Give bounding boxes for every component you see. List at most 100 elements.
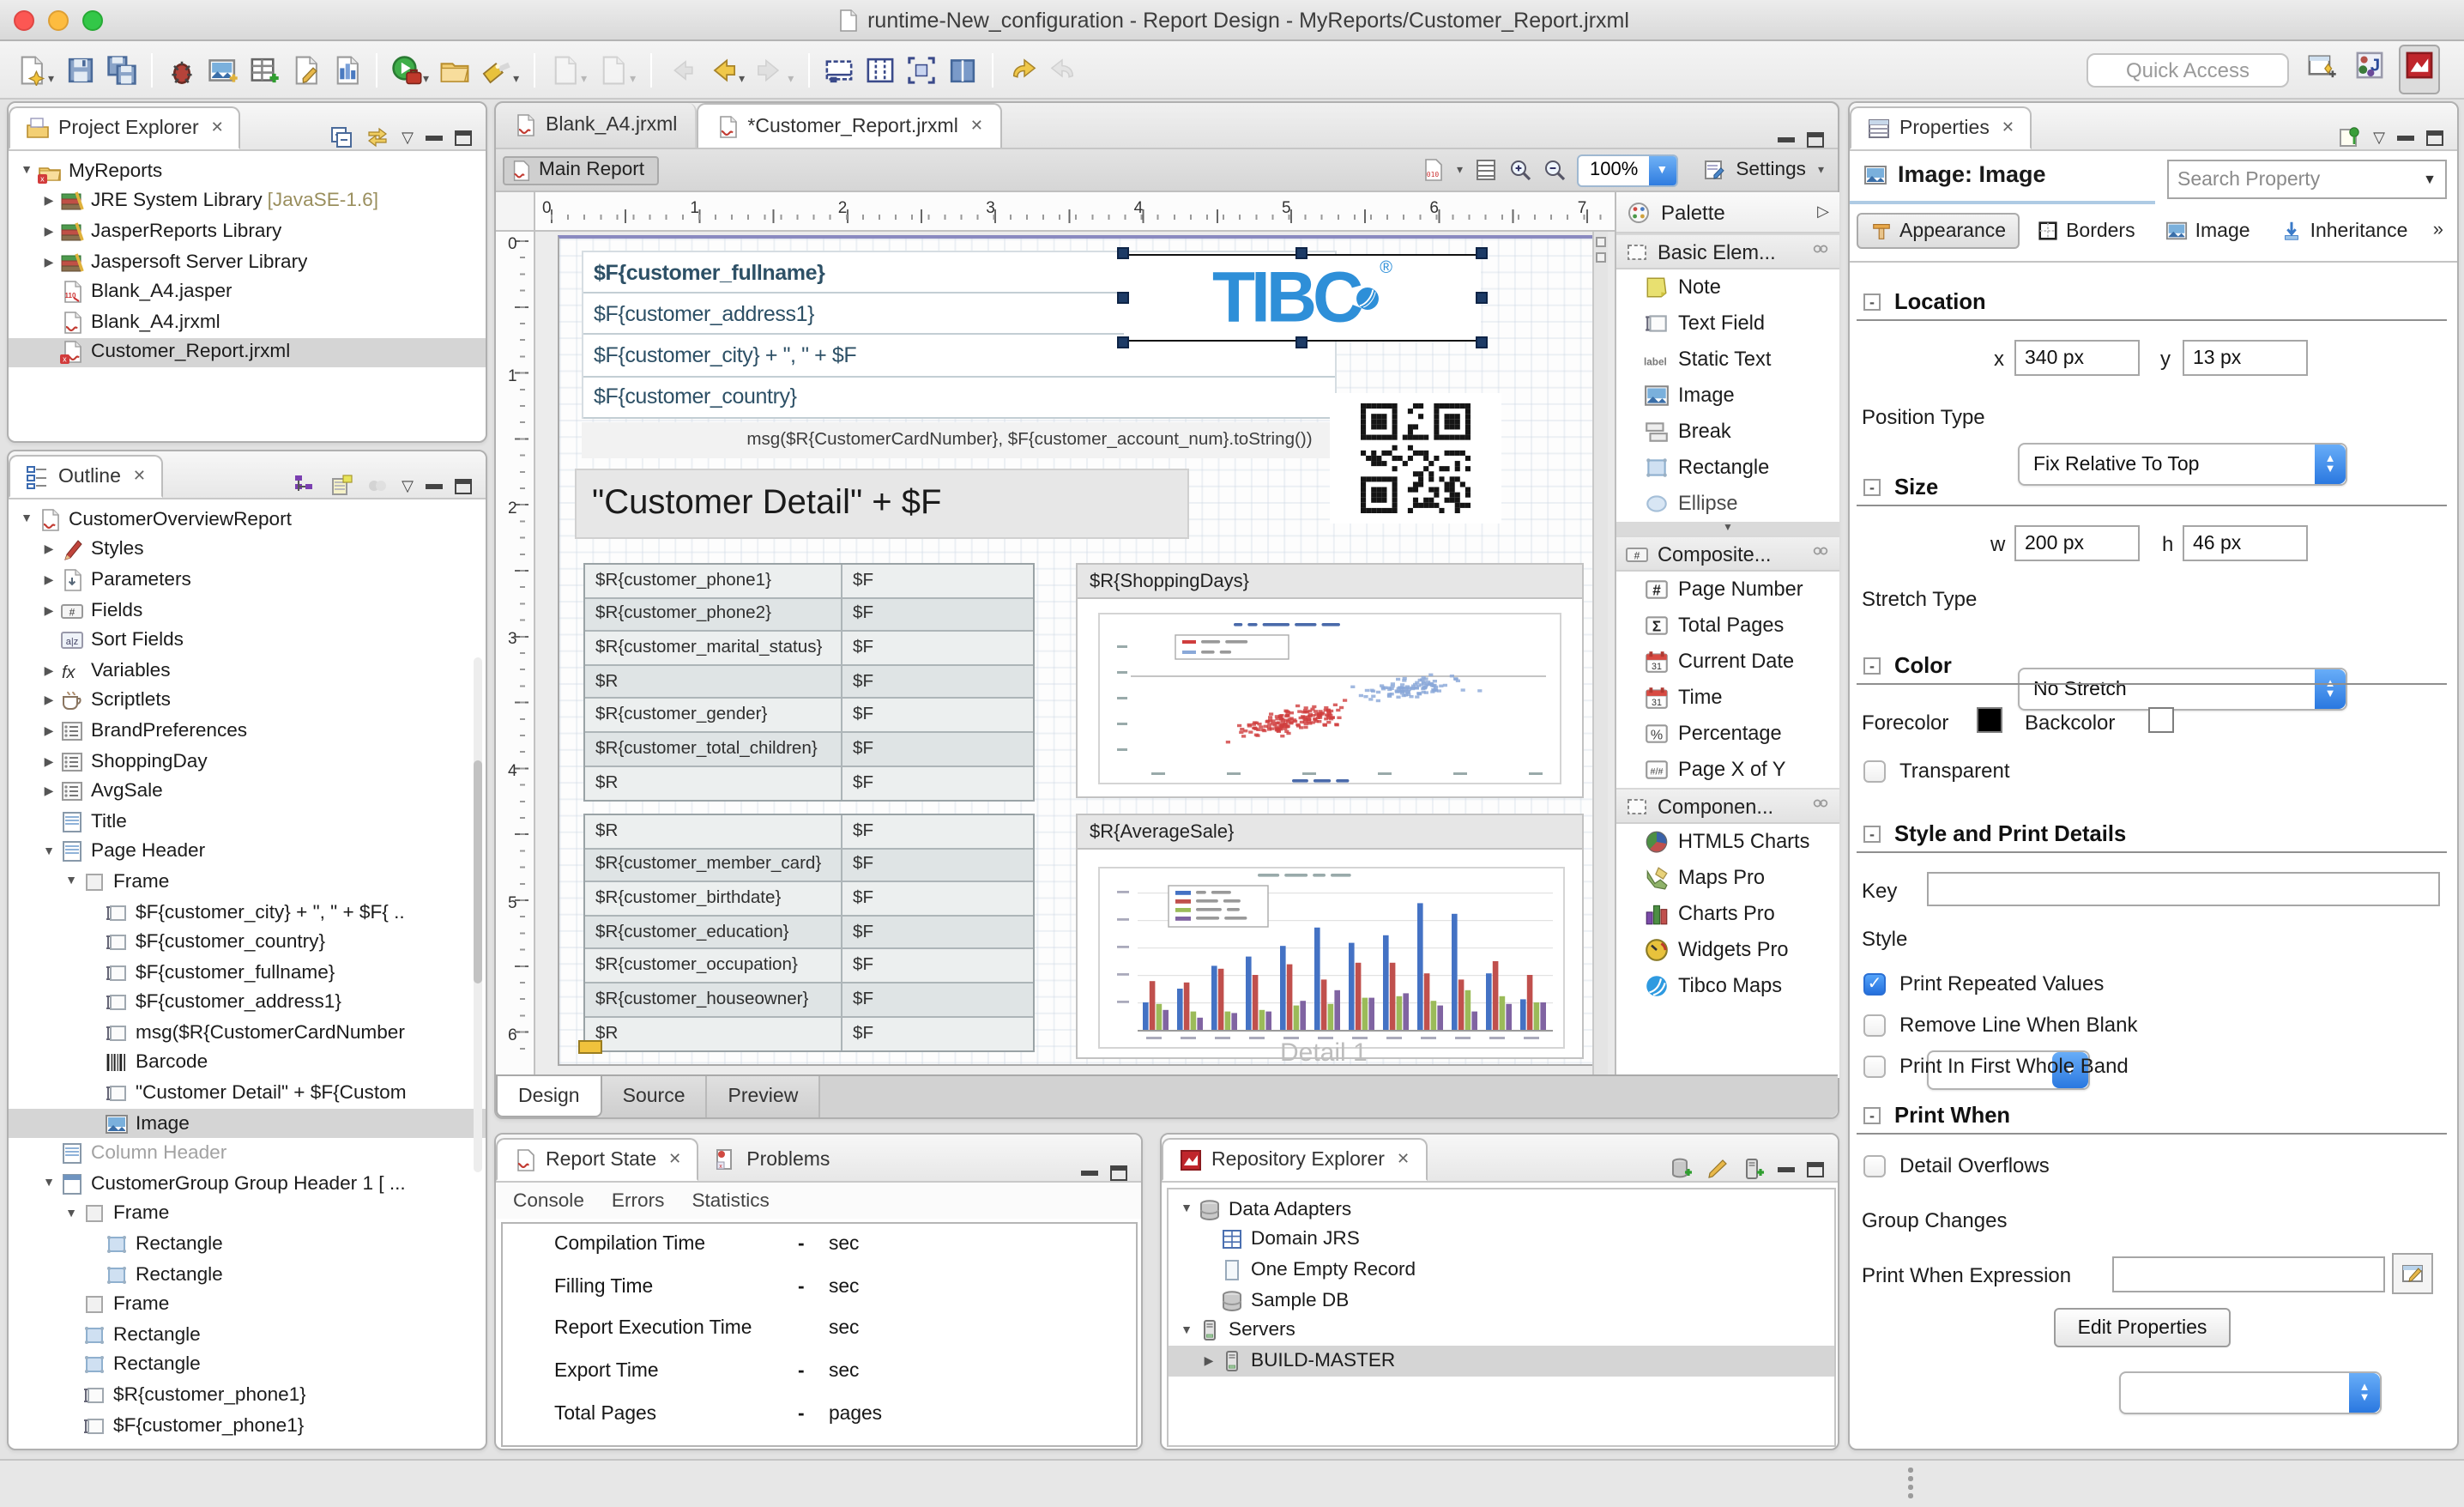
maximize-editor-icon[interactable]: [1807, 132, 1824, 148]
transparent-checkbox[interactable]: [1863, 760, 1886, 782]
tree-item[interactable]: msg($R{CustomerCardNumber: [9, 1018, 486, 1048]
palette-item[interactable]: #Page Number: [1616, 572, 1839, 608]
subtab-console[interactable]: Console: [513, 1191, 584, 1212]
tree-item[interactable]: [9, 1441, 486, 1447]
pin-section-icon[interactable]: [1810, 541, 1831, 566]
stepper-icon[interactable]: ▲▼: [2315, 669, 2346, 709]
chevron-expanded-icon[interactable]: ▼: [1175, 1204, 1198, 1216]
design-canvas[interactable]: $F{customer_fullname}$F{customer_address…: [535, 232, 1608, 1078]
save-all-button[interactable]: [106, 54, 136, 85]
close-view-icon[interactable]: ✕: [133, 467, 146, 486]
settings-caret-icon[interactable]: ▾: [1818, 163, 1824, 177]
pin-view-icon[interactable]: [2337, 125, 2361, 149]
text-field-element[interactable]: $F{customer_city} + ", " + $F: [583, 336, 1335, 377]
palette-section[interactable]: Basic Elem...: [1616, 233, 1839, 269]
close-view-icon[interactable]: ✕: [1397, 1150, 1410, 1169]
properties-tab-appearance[interactable]: Appearance: [1857, 213, 2020, 249]
minimize-view-icon[interactable]: [2397, 135, 2414, 140]
selection-handle[interactable]: [1117, 247, 1129, 259]
selection-handle[interactable]: [1476, 292, 1488, 304]
properties-tab-borders[interactable]: Borders: [2023, 213, 2149, 249]
new-wizard-button[interactable]: ▾: [15, 54, 54, 85]
palette-item[interactable]: 31Time: [1616, 680, 1839, 716]
mode-tab-source[interactable]: Source: [602, 1076, 708, 1117]
table-row[interactable]: $R{customer_total_children}$F: [585, 733, 1033, 766]
report-blue-button[interactable]: [330, 54, 361, 85]
zoom-level-combo[interactable]: 100% ▼: [1576, 154, 1677, 186]
persp-java-button[interactable]: J: [2351, 46, 2389, 93]
key-input[interactable]: [1927, 872, 2440, 906]
tree-item[interactable]: $F{customer_fullname}: [9, 958, 486, 988]
table-row[interactable]: $R{customer_houseowner}$F: [585, 983, 1033, 1017]
tree-item[interactable]: Title: [9, 807, 486, 837]
selection-handle[interactable]: [1117, 336, 1129, 348]
chevron-collapsed-icon[interactable]: ▶: [38, 754, 60, 768]
shopping-days-chart[interactable]: [1076, 599, 1584, 798]
edit-properties-button[interactable]: Edit Properties: [2054, 1308, 2231, 1347]
palette-header[interactable]: Palette ▷: [1616, 192, 1839, 233]
logo-image-element[interactable]: TIBC ®: [1124, 254, 1481, 342]
tree-item[interactable]: $F{customer_phone1}: [9, 1411, 486, 1441]
collapse-all-icon[interactable]: [329, 125, 353, 149]
view-menu-icon[interactable]: ▽: [402, 128, 414, 147]
customer-detail-title[interactable]: "Customer Detail" + $F: [575, 469, 1189, 539]
table-row[interactable]: $R$F: [585, 766, 1033, 800]
open-folder-button[interactable]: [439, 54, 470, 85]
chevron-expanded-icon[interactable]: ▼: [60, 1208, 82, 1220]
run-button[interactable]: ▾: [390, 54, 429, 85]
tree-item[interactable]: ▶BUILD-MASTER: [1169, 1346, 1834, 1376]
table-row[interactable]: $R{customer_education}$F: [585, 917, 1033, 950]
size-section-header[interactable]: -Size: [1863, 474, 1938, 499]
minimize-view-icon[interactable]: [426, 483, 443, 488]
tree-item[interactable]: One Empty Record: [1169, 1255, 1834, 1285]
book-button[interactable]: [946, 54, 977, 85]
table-row[interactable]: $R$F: [585, 666, 1033, 699]
print-when-section-header[interactable]: -Print When: [1863, 1102, 2010, 1128]
tree-item[interactable]: ▼Frame: [9, 1199, 486, 1229]
editor-tab[interactable]: Blank_A4.jrxml: [496, 103, 696, 148]
outline-tree-mode-icon[interactable]: [293, 474, 317, 498]
link-editor-icon[interactable]: [365, 125, 390, 149]
settings-label[interactable]: Settings: [1736, 160, 1806, 180]
palette-item[interactable]: Image: [1616, 378, 1839, 414]
tree-item[interactable]: ▶JRE System Library[JavaSE-1.6]: [9, 186, 486, 216]
selection-handle[interactable]: [1295, 336, 1307, 348]
tree-item[interactable]: ▼CustomerOverviewReport: [9, 505, 486, 535]
tab-repository-explorer[interactable]: Repository Explorer✕: [1162, 1138, 1427, 1181]
properties-tab-inheritance[interactable]: Inheritance: [2268, 213, 2422, 249]
palette-item[interactable]: Break: [1616, 414, 1839, 450]
chevron-collapsed-icon[interactable]: ▶: [38, 573, 60, 587]
tab-outline[interactable]: Outline✕: [9, 455, 163, 498]
maximize-view-icon[interactable]: [455, 478, 472, 493]
zoom-out-icon[interactable]: [1542, 158, 1566, 182]
tree-item[interactable]: Rectangle: [9, 1230, 486, 1260]
shopping-days-chart-header[interactable]: $R{ShoppingDays}: [1076, 563, 1584, 599]
tree-item[interactable]: ▶BrandPreferences: [9, 716, 486, 746]
band1-button[interactable]: [823, 54, 854, 85]
tree-item[interactable]: "Customer Detail" + $F{Custom: [9, 1079, 486, 1109]
tree-item[interactable]: ▼Page Header: [9, 837, 486, 867]
palette-collapse-icon[interactable]: ▷: [1817, 203, 1829, 221]
customer-info-table-2[interactable]: $R$F$R{customer_member_card}$F$R{custome…: [583, 814, 1035, 1052]
dropdown-caret-icon[interactable]: ▾: [1457, 163, 1463, 177]
minimize-view-icon[interactable]: [1081, 1171, 1098, 1176]
tabs-overflow[interactable]: »: [2433, 220, 2443, 240]
outline-scrollbar[interactable]: [474, 657, 482, 1172]
detail-overflows-checkbox[interactable]: [1863, 1154, 1886, 1177]
palette-item[interactable]: Maps Pro: [1616, 860, 1839, 896]
mode-tab-preview[interactable]: Preview: [708, 1076, 821, 1117]
tree-item[interactable]: Column Header: [9, 1139, 486, 1169]
color-section-header[interactable]: -Color: [1863, 652, 1952, 678]
tree-item[interactable]: ▼Servers: [1169, 1316, 1834, 1346]
persp-new-button[interactable]: [2303, 46, 2340, 93]
chevron-collapsed-icon[interactable]: ▶: [38, 195, 60, 209]
close-tab-icon[interactable]: ✕: [970, 117, 983, 136]
quick-access-input[interactable]: Quick Access: [2087, 52, 2289, 87]
table-row[interactable]: $R{customer_gender}$F: [585, 699, 1033, 733]
average-sale-chart-header[interactable]: $R{AverageSale}: [1076, 814, 1584, 850]
palette-item[interactable]: #/#Page X of Y: [1616, 752, 1839, 788]
table-row[interactable]: $R$F: [585, 815, 1033, 849]
palette-item[interactable]: Widgets Pro: [1616, 932, 1839, 968]
search-property-input[interactable]: Search Property ▼: [2167, 160, 2447, 199]
palette-item[interactable]: ΣTotal Pages: [1616, 608, 1839, 644]
